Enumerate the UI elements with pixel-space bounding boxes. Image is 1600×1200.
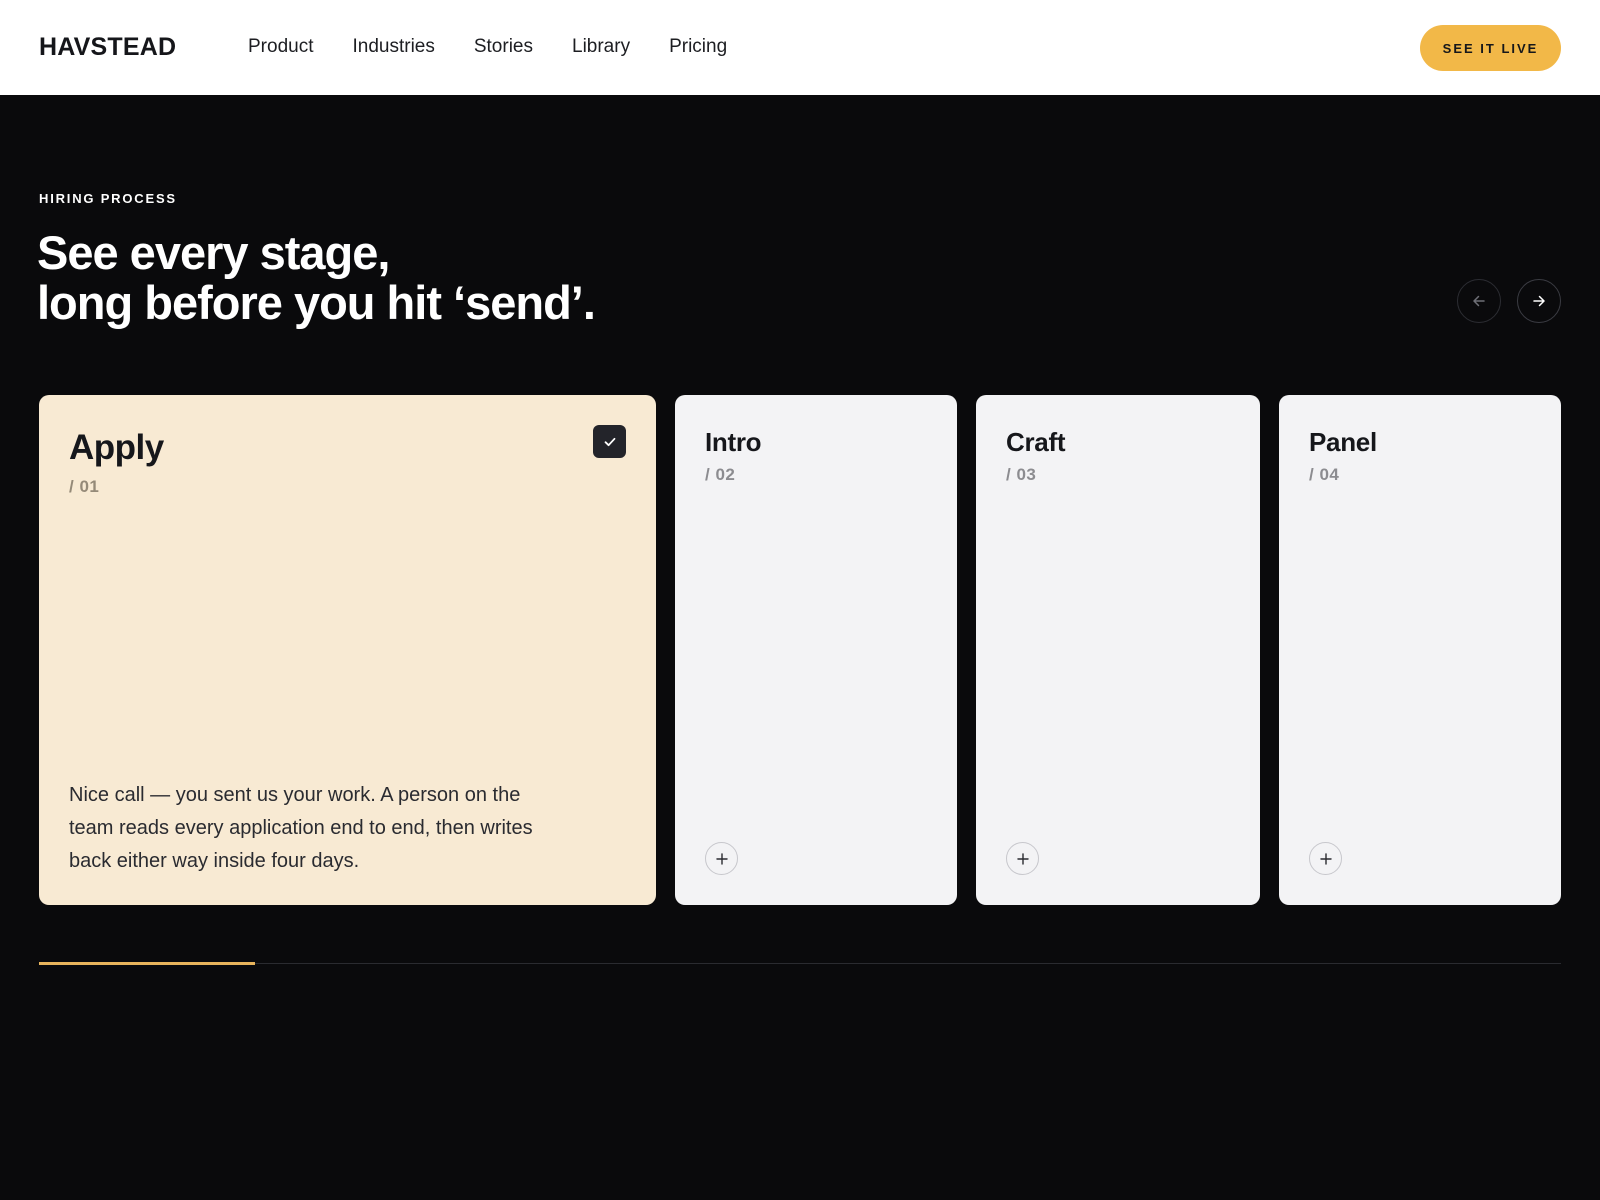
logo[interactable]: HAVSTEAD <box>39 33 176 62</box>
stage-card-intro[interactable]: Intro / 02 <box>675 395 957 905</box>
stage-title: Apply <box>69 428 164 467</box>
stage-description: Nice call — you sent us your work. A per… <box>69 784 533 872</box>
check-icon <box>604 437 615 446</box>
arrow-right-icon <box>1533 295 1545 307</box>
nav-item-library[interactable]: Library <box>572 36 630 58</box>
carousel-progress-fill <box>39 962 255 965</box>
expand-stage-button[interactable] <box>1309 842 1342 875</box>
stage-number: / 01 <box>69 477 100 496</box>
carousel-progress-track <box>39 963 1561 964</box>
plus-icon <box>1319 852 1332 865</box>
expand-stage-button[interactable] <box>1006 842 1039 875</box>
stage-number: / 02 <box>705 465 736 484</box>
plus-icon <box>715 852 728 865</box>
main-nav: Product Industries Stories Library Prici… <box>248 36 766 58</box>
stage-card-craft[interactable]: Craft / 03 <box>976 395 1260 905</box>
nav-item-product[interactable]: Product <box>248 36 313 58</box>
site-header: HAVSTEAD Product Industries Stories Libr… <box>0 0 1600 95</box>
stage-card-apply[interactable]: Apply / 01 Nice call — you sent us your … <box>39 395 656 905</box>
nav-item-pricing[interactable]: Pricing <box>669 36 727 58</box>
plus-icon <box>1016 852 1029 865</box>
section-eyebrow: HIRING PROCESS <box>39 191 177 206</box>
carousel-prev-button[interactable] <box>1457 279 1501 323</box>
stage-title: Intro <box>705 427 762 457</box>
stage-complete-badge <box>593 425 626 458</box>
arrow-left-icon <box>1473 295 1485 307</box>
stage-number: / 03 <box>1006 465 1037 484</box>
stage-title: Craft <box>1006 427 1066 457</box>
nav-item-stories[interactable]: Stories <box>474 36 533 58</box>
stage-number: / 04 <box>1309 465 1340 484</box>
expand-stage-button[interactable] <box>705 842 738 875</box>
stage-title: Panel <box>1309 427 1377 457</box>
headline-line-1: See every stage, <box>37 226 390 279</box>
headline-line-2: long before you hit ‘send’. <box>37 276 596 329</box>
carousel-next-button[interactable] <box>1517 279 1561 323</box>
stage-card-panel[interactable]: Panel / 04 <box>1279 395 1561 905</box>
see-it-live-button[interactable]: SEE IT LIVE <box>1420 25 1561 71</box>
nav-item-industries[interactable]: Industries <box>352 36 434 58</box>
section-headline: See every stage, long before you hit ‘se… <box>37 226 596 329</box>
